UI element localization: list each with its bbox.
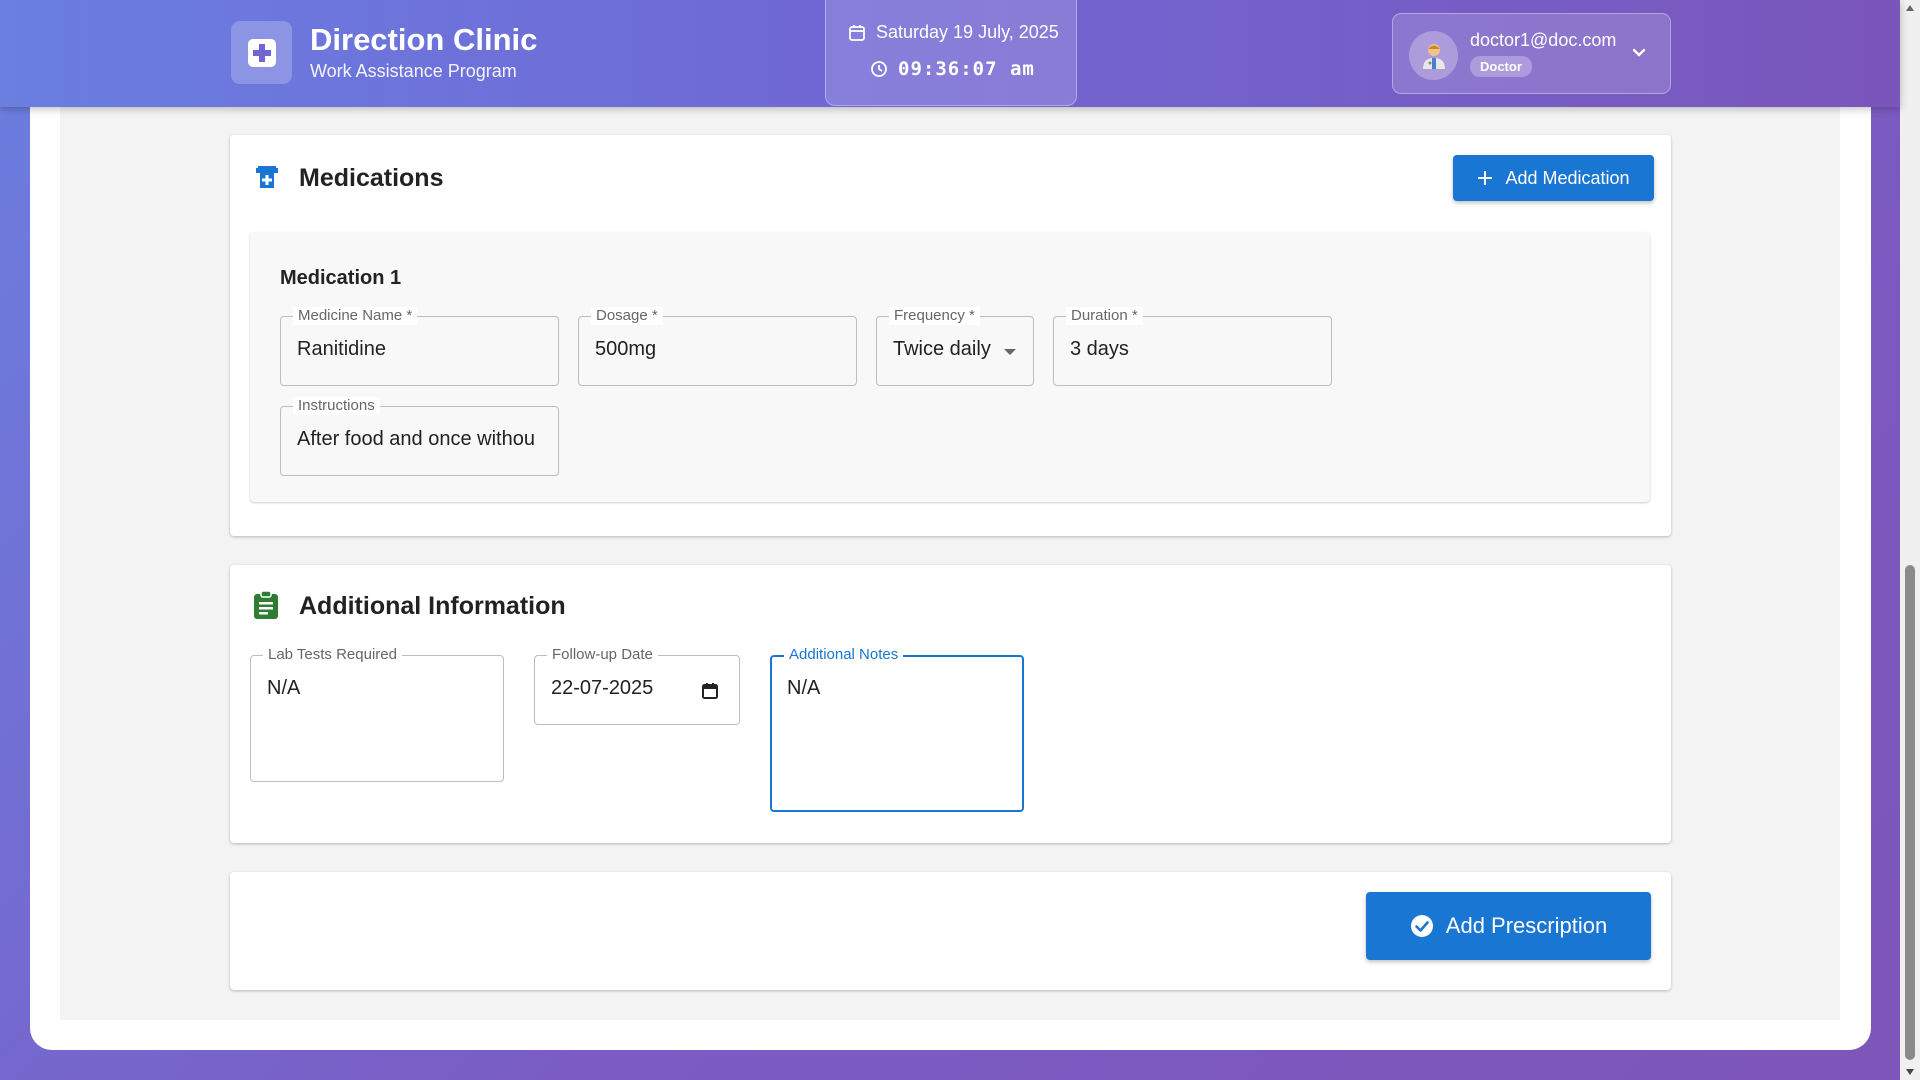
- medications-section: Medications Add Medication Medication 1 …: [230, 135, 1671, 536]
- brand-logo: [231, 21, 292, 84]
- dropdown-arrow-icon[interactable]: [1003, 347, 1017, 357]
- plus-icon: [1478, 171, 1493, 185]
- brand-title: Direction Clinic: [310, 22, 538, 57]
- medicine-name-field[interactable]: Medicine Name * Ranitidine: [280, 307, 559, 386]
- content-area: Medications Add Medication Medication 1 …: [60, 60, 1840, 1020]
- app-header: Direction Clinic Work Assistance Program…: [0, 0, 1900, 107]
- doctor-avatar-icon: [1422, 43, 1445, 69]
- submit-section: Add Prescription: [230, 872, 1671, 990]
- frequency-select[interactable]: Frequency * Twice daily: [876, 307, 1034, 386]
- date-display: Saturday 19 July, 2025: [848, 22, 1059, 43]
- add-medication-label: Add Medication: [1505, 167, 1630, 188]
- dosage-field[interactable]: Dosage * 500mg: [578, 307, 857, 386]
- frequency-value: Twice daily: [893, 338, 991, 360]
- time-display: 09:36:07 am: [870, 58, 1035, 80]
- scroll-down-arrow-icon[interactable]: [1905, 1068, 1915, 1076]
- duration-label: Duration *: [1066, 307, 1143, 325]
- followup-date-value: 22-07-2025: [551, 677, 654, 699]
- duration-value: 3 days: [1070, 338, 1129, 360]
- lab-tests-field[interactable]: Lab Tests Required N/A: [250, 646, 504, 782]
- additional-notes-value: N/A: [787, 677, 821, 699]
- calendar-icon: [849, 24, 865, 41]
- add-prescription-label: Add Prescription: [1445, 913, 1608, 938]
- medication-icon: [256, 166, 278, 188]
- chevron-down-icon[interactable]: [1630, 44, 1648, 62]
- role-badge: Doctor: [1470, 56, 1532, 77]
- followup-date-field[interactable]: Follow-up Date 22-07-2025: [534, 646, 740, 725]
- time-text: 09:36:07 am: [898, 58, 1035, 80]
- calendar-picker-icon[interactable]: [701, 682, 719, 700]
- lab-tests-value: N/A: [267, 677, 301, 699]
- user-menu[interactable]: doctor1@doc.com Doctor: [1392, 13, 1671, 94]
- instructions-value: After food and once withou: [297, 428, 535, 450]
- scroll-up-arrow-icon[interactable]: [1905, 4, 1915, 12]
- lab-tests-label: Lab Tests Required: [263, 646, 402, 664]
- check-circle-icon: [1410, 915, 1433, 937]
- medicine-name-value: Ranitidine: [297, 338, 386, 360]
- date-text: Saturday 19 July, 2025: [876, 22, 1059, 42]
- user-email: doctor1@doc.com: [1470, 30, 1617, 50]
- instructions-label: Instructions: [293, 397, 380, 415]
- medical-cross-icon: [247, 38, 276, 67]
- dosage-value: 500mg: [595, 338, 657, 360]
- medicine-name-label: Medicine Name *: [293, 307, 418, 325]
- page-scrollbar[interactable]: [1900, 0, 1920, 1080]
- additional-notes-label: Additional Notes: [784, 646, 904, 664]
- datetime-panel: Saturday 19 July, 2025 09:36:07 am: [825, 0, 1077, 106]
- add-medication-button[interactable]: Add Medication: [1453, 155, 1654, 201]
- add-prescription-button[interactable]: Add Prescription: [1366, 892, 1651, 960]
- clock-icon: [871, 61, 887, 77]
- brand-subtitle: Work Assistance Program: [310, 61, 517, 81]
- medication-heading: Medication 1: [280, 267, 402, 289]
- additional-info-section: Additional Information Lab Tests Require…: [230, 565, 1671, 843]
- frequency-label: Frequency *: [889, 307, 980, 325]
- additional-notes-field[interactable]: Additional Notes N/A: [770, 646, 1024, 812]
- additional-info-title: Additional Information: [299, 592, 566, 620]
- scrollbar-thumb[interactable]: [1905, 565, 1915, 1060]
- followup-date-label: Follow-up Date: [547, 646, 658, 664]
- avatar: [1409, 31, 1458, 80]
- medications-title: Medications: [299, 164, 444, 192]
- duration-field[interactable]: Duration * 3 days: [1053, 307, 1332, 386]
- medication-item: Medication 1 Medicine Name * Ranitidine …: [250, 232, 1650, 502]
- clipboard-icon: [254, 590, 278, 619]
- dosage-label: Dosage *: [591, 307, 663, 325]
- instructions-field[interactable]: Instructions After food and once withou: [280, 397, 559, 476]
